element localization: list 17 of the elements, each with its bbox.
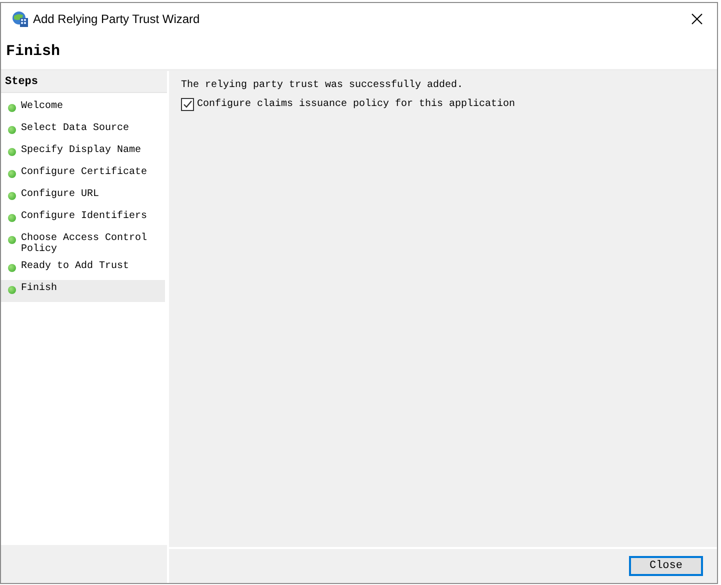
close-icon <box>691 13 703 25</box>
checkbox-label: Configure claims issuance policy for this application <box>197 99 516 110</box>
step-item[interactable]: Ready to Add Trust <box>1 258 165 280</box>
step-item[interactable]: Welcome <box>1 98 165 120</box>
globe-building-icon <box>11 10 29 28</box>
step-item[interactable]: Specify Display Name <box>1 142 165 164</box>
step-item[interactable]: Select Data Source <box>1 120 165 142</box>
step-item[interactable]: Finish <box>1 280 165 302</box>
checkmark-icon <box>182 99 193 110</box>
close-button[interactable]: Close <box>629 556 703 576</box>
step-item[interactable]: Configure Certificate <box>1 164 165 186</box>
step-item[interactable]: Configure URL <box>1 186 165 208</box>
checkbox[interactable] <box>181 98 194 111</box>
step-item[interactable]: Choose Access Control Policy <box>1 230 165 258</box>
status-message: The relying party trust was successfully added. <box>181 80 464 93</box>
window-title: Add Relying Party Trust Wizard <box>33 12 201 26</box>
step-item[interactable]: Configure Identifiers <box>1 208 165 230</box>
